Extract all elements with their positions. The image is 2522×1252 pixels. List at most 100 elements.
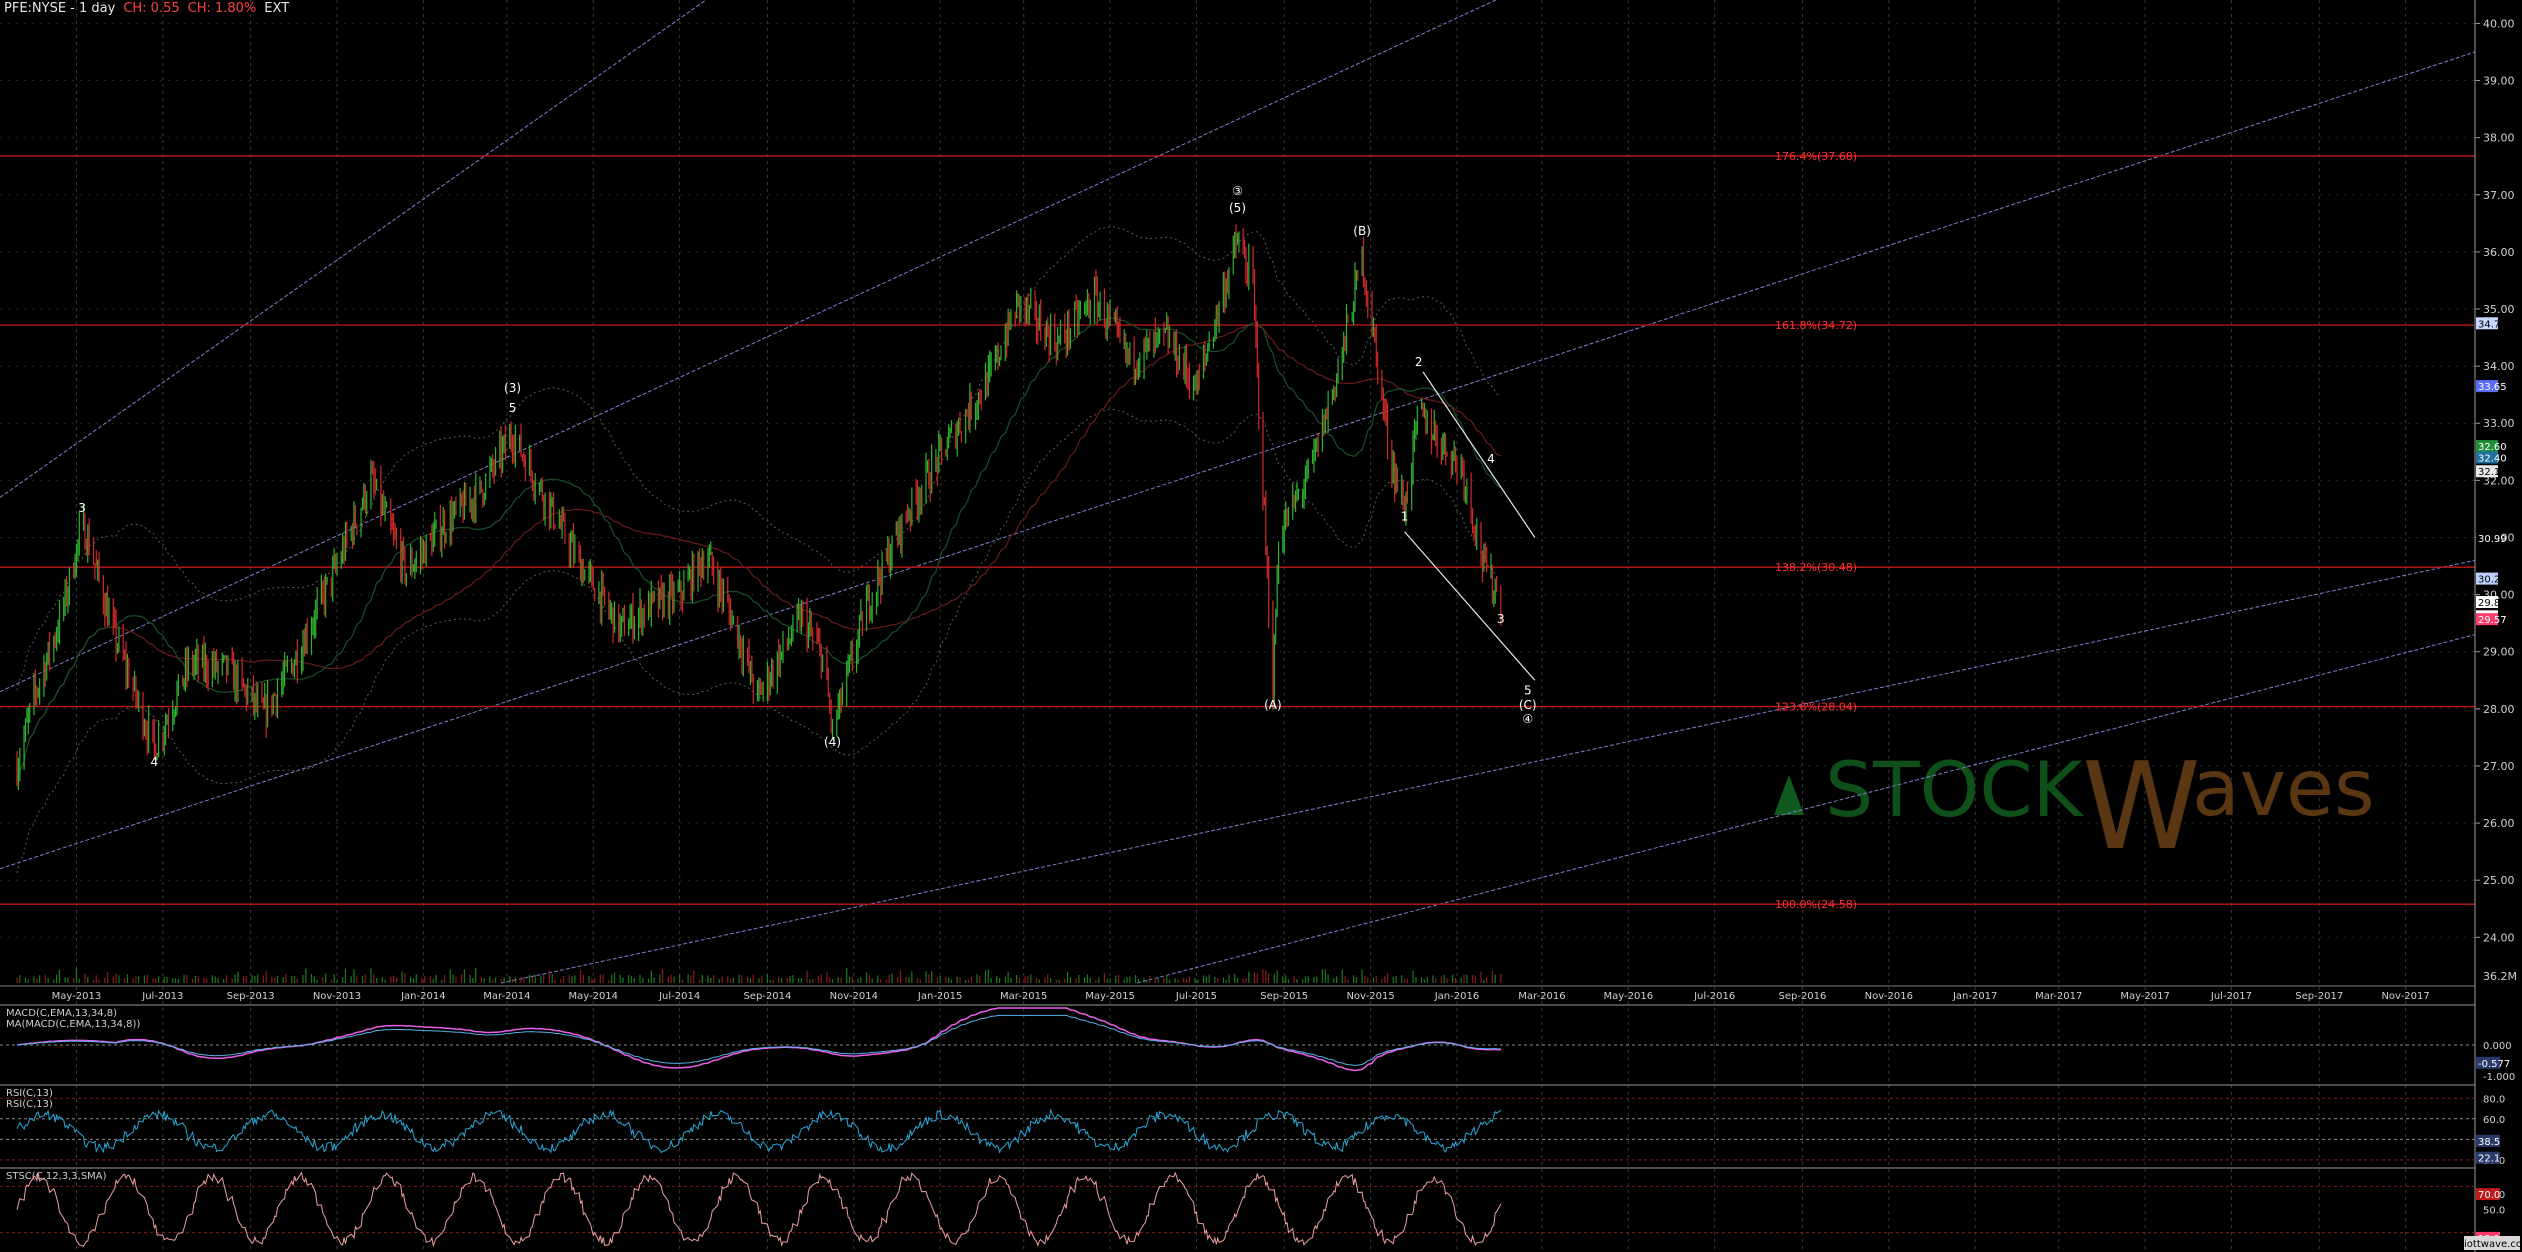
volume-bar xyxy=(778,976,780,983)
volume-bar xyxy=(741,975,743,983)
credit-box: elliottwave.com xyxy=(2452,1236,2522,1250)
volume-bar xyxy=(1166,975,1168,983)
volume-bar xyxy=(829,977,831,983)
volume-bar xyxy=(293,975,296,983)
indicator-readout: 38.5 xyxy=(2478,1137,2500,1148)
volume-bar xyxy=(905,976,907,983)
price-tag-label: 29.87 xyxy=(2478,598,2507,609)
volume-bar xyxy=(1446,978,1448,983)
volume-bar xyxy=(999,978,1001,983)
volume-bar xyxy=(285,974,287,983)
wave-label: 1 xyxy=(1401,509,1409,523)
volume-bar xyxy=(305,968,307,983)
volume-bar xyxy=(27,979,29,983)
volume-bar xyxy=(1149,975,1151,983)
volume-bar xyxy=(1256,973,1258,983)
volume-bar xyxy=(970,976,972,983)
change-percent: CH: 1.80% xyxy=(187,1,257,16)
x-tick-label: Jul-2017 xyxy=(2210,991,2252,1002)
session-badge[interactable]: EXT xyxy=(264,1,289,16)
volume-bar xyxy=(1202,975,1205,983)
y-tick-label: 24.00 xyxy=(2483,931,2515,944)
volume-bar xyxy=(619,974,621,983)
volume-bar xyxy=(56,974,58,983)
volume-bar xyxy=(543,974,545,983)
volume-bar xyxy=(1058,979,1060,983)
volume-bar xyxy=(500,978,502,983)
volume-bar xyxy=(1225,979,1227,983)
price-tag-label: 32.16 xyxy=(2478,467,2507,478)
volume-bar xyxy=(1123,979,1125,983)
x-tick-label: Sep-2016 xyxy=(1778,991,1826,1002)
volume-bar xyxy=(75,968,78,983)
volume-bar xyxy=(1047,974,1049,983)
volume-bar xyxy=(251,975,253,983)
chart-header: PFE:NYSE - 1 day CH: 0.55 CH: 1.80% EXT xyxy=(4,1,289,16)
volume-bar xyxy=(115,973,117,983)
volume-bar xyxy=(1282,976,1284,983)
volume-bar xyxy=(1480,971,1482,983)
volume-bar xyxy=(353,969,355,983)
volume-bar xyxy=(812,978,814,983)
volume-bar xyxy=(186,974,188,983)
price-tag-label: 33.65 xyxy=(2478,382,2507,393)
volume-bar xyxy=(1024,976,1026,983)
volume-bar xyxy=(633,977,635,983)
volume-bar xyxy=(1214,976,1216,983)
volume-bar xyxy=(647,979,650,983)
volume-bar xyxy=(1027,976,1029,983)
x-tick-label: Jan-2014 xyxy=(400,991,445,1002)
volume-bar xyxy=(276,976,279,983)
volume-bar xyxy=(769,979,771,983)
x-tick-label: Nov-2013 xyxy=(313,991,361,1002)
price-tag-label: 32.60 xyxy=(2478,442,2507,453)
volume-bar xyxy=(1050,978,1052,983)
volume-bar xyxy=(254,975,256,983)
volume-bar xyxy=(1069,977,1072,983)
volume-bar xyxy=(211,975,213,983)
volume-bar xyxy=(376,978,378,983)
volume-bar xyxy=(1228,974,1230,983)
volume-bar xyxy=(1296,979,1298,983)
volume-bar xyxy=(342,977,344,983)
volume-bar xyxy=(1276,970,1278,983)
volume-bar xyxy=(47,978,49,983)
volume-bar xyxy=(710,977,712,983)
volume-bar xyxy=(1016,974,1018,983)
volume-bar xyxy=(897,976,899,983)
volume-bar xyxy=(1134,974,1137,983)
volume-bar xyxy=(1044,977,1046,983)
volume-bar xyxy=(1454,977,1457,983)
stock-chart[interactable]: STOCK W aves 176.4%(37.68) 161.8%(34.72) 1… xyxy=(0,0,2522,1252)
volume-bar xyxy=(364,974,366,983)
volume-bar xyxy=(950,979,953,983)
volume-bar xyxy=(1194,978,1196,983)
price-tag-label: 32.40 xyxy=(2478,454,2507,465)
volume-bar xyxy=(107,972,109,983)
volume-bar xyxy=(766,974,769,983)
y-tick-label: 26.00 xyxy=(2483,817,2515,830)
x-tick-label: Jul-2016 xyxy=(1693,991,1735,1002)
volume-bar xyxy=(1183,977,1185,983)
volume-bar xyxy=(857,978,859,983)
volume-bar xyxy=(1287,979,1290,983)
wave-label: (5) xyxy=(1229,201,1246,215)
volume-bar xyxy=(1304,976,1307,983)
volume-bar xyxy=(174,978,177,983)
volume-bar xyxy=(197,975,199,983)
volume-bar xyxy=(1106,979,1108,983)
wave-label: (C) xyxy=(1519,698,1537,712)
volume-bar xyxy=(509,975,511,983)
volume-bar xyxy=(1324,969,1326,983)
y-tick-label: 33.00 xyxy=(2483,417,2515,430)
volume-bar xyxy=(322,976,324,983)
indicator-readout: 22.1 xyxy=(2478,1154,2500,1165)
volume-bar xyxy=(639,974,641,983)
volume-bar xyxy=(166,976,168,983)
y-tick-label: 38.00 xyxy=(2483,132,2515,145)
x-tick-label: May-2016 xyxy=(1604,991,1654,1002)
volume-bar xyxy=(582,974,584,983)
volume-bar xyxy=(772,979,774,983)
volume-bar xyxy=(1197,979,1199,983)
volume-bar xyxy=(1384,976,1386,983)
